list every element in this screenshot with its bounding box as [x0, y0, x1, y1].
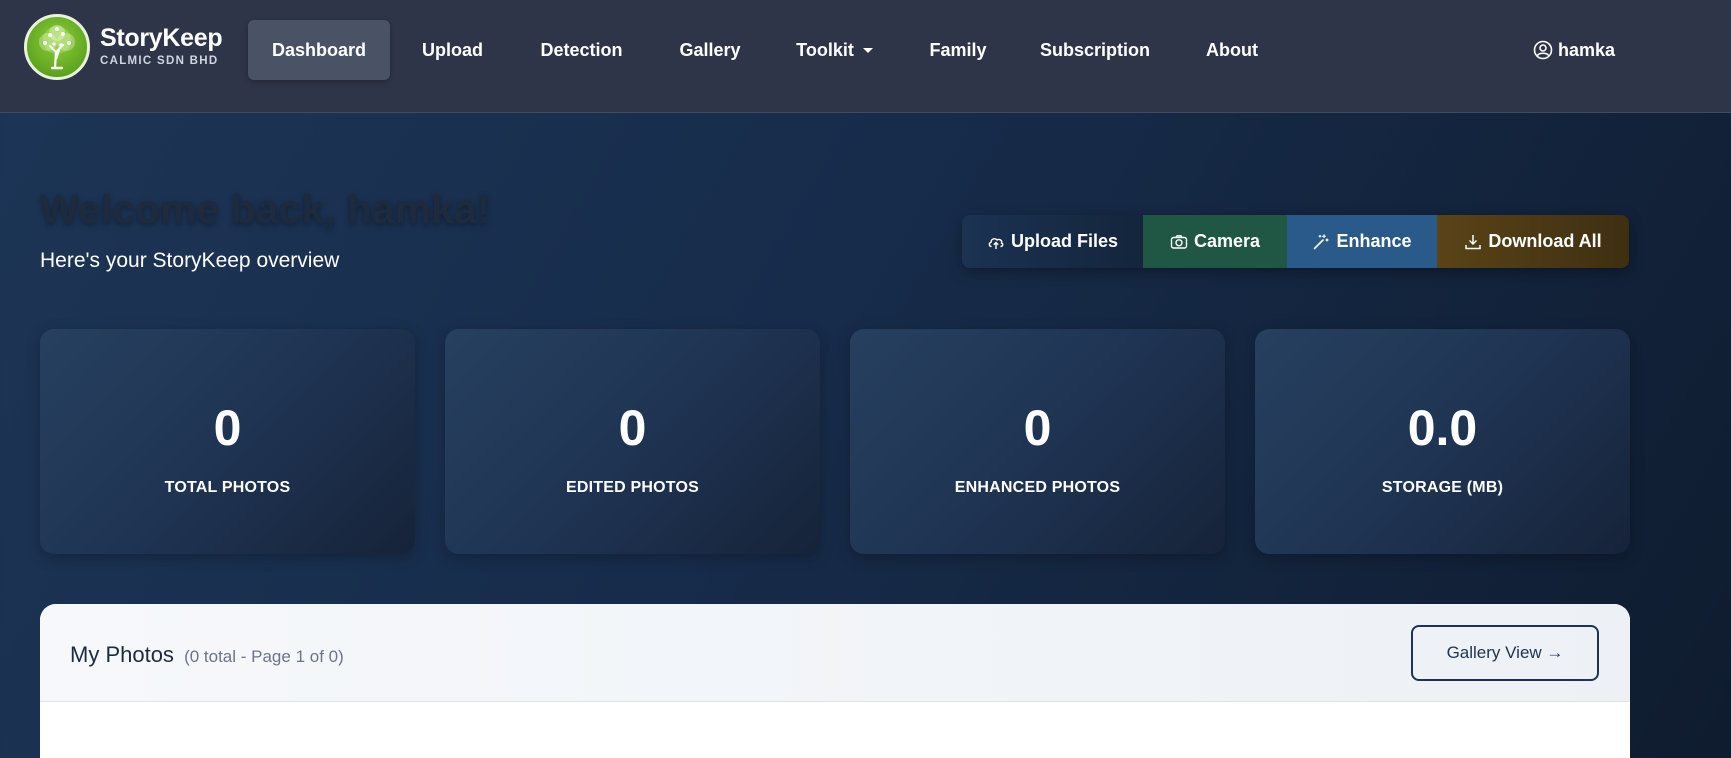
stat-label: TOTAL PHOTOS — [164, 479, 291, 496]
brand-name: StoryKeep — [100, 24, 223, 53]
user-circle-icon — [1533, 40, 1553, 60]
stat-card-enhanced-photos: 0 ENHANCED PHOTOS — [850, 329, 1225, 554]
brand-subtitle: CALMIC SDN BHD — [100, 55, 219, 68]
nav-item-label: Gallery — [679, 39, 741, 60]
camera-button[interactable]: Camera — [1143, 215, 1287, 268]
download-icon — [1465, 234, 1482, 249]
stat-card-edited-photos: 0 EDITED PHOTOS — [445, 329, 820, 554]
stat-value: 0 — [213, 400, 242, 456]
my-photos-panel: My Photos (0 total - Page 1 of 0) Galler… — [40, 604, 1630, 758]
nav-item-label: Subscription — [1040, 39, 1151, 60]
nav-item-detection[interactable]: Detection — [517, 20, 646, 80]
magic-wand-icon — [1314, 233, 1330, 249]
caret-down-icon — [862, 47, 873, 53]
welcome-subtitle: Here's your StoryKeep overview — [40, 249, 340, 272]
user-menu[interactable]: hamka — [1533, 20, 1615, 80]
stat-label: STORAGE (MB) — [1381, 479, 1504, 496]
camera-label: Camera — [1193, 231, 1261, 251]
stat-value: 0 — [1023, 400, 1052, 456]
top-navbar: StoryKeep CALMIC SDN BHD Dashboard Uploa… — [0, 0, 1731, 113]
stat-card-storage: 0.0 STORAGE (MB) — [1255, 329, 1630, 554]
gallery-view-button[interactable]: Gallery View → — [1411, 625, 1599, 681]
user-name: hamka — [1558, 39, 1616, 60]
my-photos-title: My Photos (0 total - Page 1 of 0) — [70, 642, 344, 668]
nav-item-toolkit[interactable]: Toolkit — [774, 20, 895, 80]
nav-item-label: About — [1206, 39, 1258, 60]
nav-item-subscription[interactable]: Subscription — [1021, 20, 1169, 80]
welcome-title: Welcome back, hamka! — [40, 186, 491, 232]
nav-item-label: Detection — [540, 39, 623, 60]
nav-item-label: Upload — [422, 39, 483, 60]
nav-item-family[interactable]: Family — [906, 20, 1010, 80]
my-photos-title-text: My Photos — [70, 642, 174, 667]
camera-icon — [1170, 234, 1188, 249]
stat-value: 0 — [618, 400, 647, 456]
nav-item-label: Family — [929, 39, 987, 60]
my-photos-header: My Photos (0 total - Page 1 of 0) Galler… — [40, 604, 1630, 702]
my-photos-count: (0 total - Page 1 of 0) — [184, 647, 344, 666]
stat-label: EDITED PHOTOS — [566, 479, 699, 496]
enhance-label: Enhance — [1336, 231, 1412, 251]
quick-actions: Upload Files Camera Enhance Download All — [962, 215, 1629, 268]
download-all-label: Download All — [1488, 231, 1602, 251]
nav-item-about[interactable]: About — [1180, 20, 1284, 80]
brand[interactable]: StoryKeep CALMIC SDN BHD — [24, 14, 223, 80]
nav-item-label: Toolkit — [796, 39, 854, 60]
nav-item-dashboard[interactable]: Dashboard — [248, 20, 390, 80]
nav-item-gallery[interactable]: Gallery — [656, 20, 764, 80]
tree-logo-icon — [24, 14, 90, 80]
enhance-button[interactable]: Enhance — [1287, 215, 1437, 268]
upload-files-label: Upload Files — [1010, 231, 1118, 251]
nav-item-label: Dashboard — [271, 39, 367, 60]
upload-files-button[interactable]: Upload Files — [962, 215, 1143, 268]
cloud-upload-icon — [988, 237, 1004, 249]
nav-item-upload[interactable]: Upload — [399, 20, 506, 80]
download-all-button[interactable]: Download All — [1437, 215, 1629, 268]
stat-value: 0.0 — [1407, 400, 1478, 456]
stat-label: ENHANCED PHOTOS — [954, 479, 1121, 496]
stat-card-total-photos: 0 TOTAL PHOTOS — [40, 329, 415, 554]
